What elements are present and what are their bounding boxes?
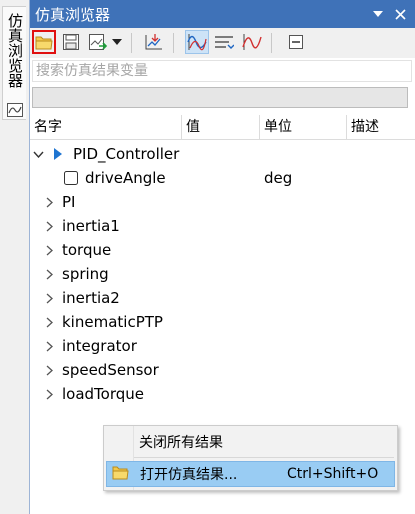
- export-dropdown-button[interactable]: [110, 30, 124, 54]
- tree-row-kinematicPTP[interactable]: kinematicPTP: [30, 310, 415, 334]
- plot-variables-button[interactable]: [185, 30, 209, 54]
- plot-icon: [7, 103, 23, 117]
- variable-label: driveAngle: [85, 169, 166, 187]
- toolbar-separator: [131, 33, 132, 53]
- plot-parametric-icon: [242, 34, 262, 50]
- open-result-button[interactable]: [32, 30, 56, 54]
- open-folder-icon: [112, 466, 129, 480]
- menu-separator: [134, 457, 394, 458]
- chevron-right-icon[interactable]: [43, 364, 55, 376]
- tree-item-label: loadTorque: [62, 385, 145, 403]
- variable-unit: deg: [264, 169, 293, 187]
- side-tab-label: 仿真浏览器: [6, 13, 24, 88]
- search-input[interactable]: 搜索仿真结果变量: [32, 60, 412, 82]
- chevron-right-icon[interactable]: [43, 244, 55, 256]
- chevron-down-icon: [112, 39, 122, 45]
- export-button[interactable]: [86, 30, 110, 54]
- chevron-right-icon[interactable]: [43, 340, 55, 352]
- tree-row-root[interactable]: PID_Controller: [30, 142, 415, 166]
- menu-item-shortcut: Ctrl+Shift+O: [287, 466, 379, 482]
- tree-row-inertia1[interactable]: inertia1: [30, 214, 415, 238]
- plot-variables-icon: [187, 34, 207, 51]
- export-icon: [89, 34, 108, 50]
- import-data-button[interactable]: [142, 30, 166, 54]
- tree-item-label: kinematicPTP: [62, 313, 163, 331]
- menu-item-label: 关闭所有结果: [139, 435, 223, 451]
- plot-parametric-button[interactable]: [240, 30, 264, 54]
- side-tab-strip: 仿真浏览器: [0, 0, 29, 514]
- simulation-browser-side-tab[interactable]: 仿真浏览器: [2, 6, 26, 120]
- checkbox[interactable]: [63, 171, 78, 186]
- chevron-right-icon[interactable]: [43, 196, 55, 208]
- import-data-icon: [145, 34, 162, 50]
- tree-item-label: inertia1: [62, 217, 120, 235]
- toolbar: [30, 28, 415, 58]
- tree-item-label: torque: [62, 241, 112, 259]
- tree-row-loadTorque[interactable]: loadTorque: [30, 382, 415, 406]
- clear-button[interactable]: [284, 30, 308, 54]
- tree-row-spring[interactable]: spring: [30, 262, 415, 286]
- clear-icon: [289, 35, 303, 49]
- menu-item-close-all[interactable]: 关闭所有结果: [106, 429, 395, 455]
- chevron-right-icon[interactable]: [43, 268, 55, 280]
- context-menu: 关闭所有结果 打开仿真结果... Ctrl+Shift+O: [103, 425, 398, 491]
- tree-row-PI[interactable]: PI: [30, 190, 415, 214]
- menu-item-label: 打开仿真结果...: [140, 467, 238, 483]
- column-name-header[interactable]: 名字: [30, 115, 62, 140]
- tree-header: 名字 值 单位 描述: [30, 115, 415, 140]
- tree-item-label: integrator: [62, 337, 137, 355]
- chevron-right-icon[interactable]: [43, 388, 55, 400]
- chevron-down-icon[interactable]: [32, 148, 44, 160]
- panel-titlebar: 仿真浏览器: [30, 0, 415, 28]
- column-description-header[interactable]: 描述: [347, 115, 379, 140]
- tree-item-label: PI: [62, 193, 76, 211]
- toolbar-separator: [173, 33, 174, 53]
- menu-item-open-result[interactable]: 打开仿真结果... Ctrl+Shift+O: [106, 461, 395, 487]
- tree-item-label: speedSensor: [62, 361, 159, 379]
- tree-root-label: PID_Controller: [73, 145, 180, 163]
- open-folder-icon: [35, 36, 53, 49]
- tree-row-integrator[interactable]: integrator: [30, 334, 415, 358]
- close-icon[interactable]: [389, 3, 411, 25]
- model-result-icon: [51, 148, 63, 160]
- chevron-right-icon[interactable]: [43, 316, 55, 328]
- tree-item-label: spring: [62, 265, 109, 283]
- tree-row-speedSensor[interactable]: speedSensor: [30, 358, 415, 382]
- save-icon: [63, 34, 79, 50]
- parameters-icon: [215, 36, 234, 49]
- column-unit-header[interactable]: 单位: [260, 115, 292, 140]
- dropdown-arrow-icon[interactable]: [367, 3, 389, 25]
- tree-item-label: inertia2: [62, 289, 120, 307]
- panel-title: 仿真浏览器: [35, 5, 111, 24]
- chevron-right-icon[interactable]: [43, 220, 55, 232]
- tree-row-inertia2[interactable]: inertia2: [30, 286, 415, 310]
- save-button[interactable]: [59, 30, 83, 54]
- tree-row-torque[interactable]: torque: [30, 238, 415, 262]
- progress-bar: [32, 87, 408, 108]
- column-value-header[interactable]: 值: [182, 115, 200, 140]
- tree-row-variable[interactable]: driveAngle deg: [30, 166, 415, 190]
- toolbar-separator: [271, 33, 272, 53]
- parameters-button[interactable]: [212, 30, 236, 54]
- chevron-right-icon[interactable]: [43, 292, 55, 304]
